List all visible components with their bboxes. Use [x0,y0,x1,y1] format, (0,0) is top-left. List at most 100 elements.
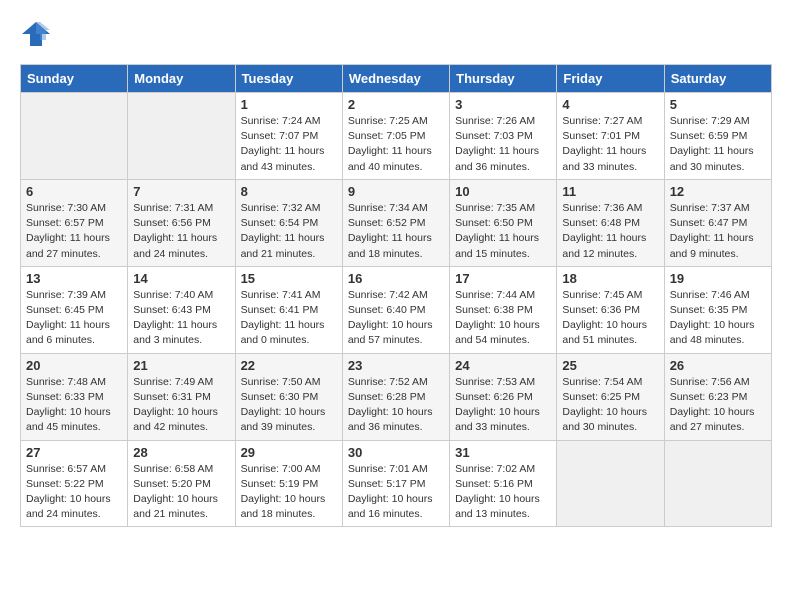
day-info: Sunrise: 7:52 AMSunset: 6:28 PMDaylight:… [348,375,444,436]
day-info: Sunrise: 7:26 AMSunset: 7:03 PMDaylight:… [455,114,551,175]
calendar-cell: 3 Sunrise: 7:26 AMSunset: 7:03 PMDaylight… [450,93,557,180]
day-number: 4 [562,97,658,112]
day-number: 31 [455,445,551,460]
calendar-cell: 31Sunrise: 7:02 AMSunset: 5:16 PMDayligh… [450,440,557,527]
day-info: Sunrise: 7:56 AMSunset: 6:23 PMDaylight:… [670,375,766,436]
calendar-cell [128,93,235,180]
calendar-cell: 14 Sunrise: 7:40 AMSunset: 6:43 PMDayligh… [128,266,235,353]
day-info: Sunrise: 7:37 AMSunset: 6:47 PMDaylight:… [670,201,766,262]
day-number: 25 [562,358,658,373]
day-number: 10 [455,184,551,199]
calendar-cell: 26 Sunrise: 7:56 AMSunset: 6:23 PMDayligh… [664,353,771,440]
day-info: Sunrise: 7:35 AMSunset: 6:50 PMDaylight:… [455,201,551,262]
day-number: 15 [241,271,337,286]
calendar-cell: 25 Sunrise: 7:54 AMSunset: 6:25 PMDayligh… [557,353,664,440]
calendar-week-row: 20 Sunrise: 7:48 AMSunset: 6:33 PMDayligh… [21,353,772,440]
calendar-cell [664,440,771,527]
day-info: Sunrise: 7:50 AMSunset: 6:30 PMDaylight:… [241,375,337,436]
day-number: 3 [455,97,551,112]
day-info: Sunrise: 7:01 AMSunset: 5:17 PMDaylight:… [348,462,444,523]
day-number: 8 [241,184,337,199]
day-info: Sunrise: 7:53 AMSunset: 6:26 PMDaylight:… [455,375,551,436]
day-number: 27 [26,445,122,460]
day-info: Sunrise: 7:27 AMSunset: 7:01 PMDaylight:… [562,114,658,175]
day-info: Sunrise: 7:32 AMSunset: 6:54 PMDaylight:… [241,201,337,262]
day-number: 22 [241,358,337,373]
calendar-cell: 6 Sunrise: 7:30 AMSunset: 6:57 PMDaylight… [21,179,128,266]
calendar-cell: 15 Sunrise: 7:41 AMSunset: 6:41 PMDayligh… [235,266,342,353]
day-number: 16 [348,271,444,286]
calendar-cell: 22 Sunrise: 7:50 AMSunset: 6:30 PMDayligh… [235,353,342,440]
calendar-day-header: Tuesday [235,65,342,93]
day-info: Sunrise: 7:30 AMSunset: 6:57 PMDaylight:… [26,201,122,262]
day-number: 7 [133,184,229,199]
day-info: Sunrise: 6:58 AMSunset: 5:20 PMDaylight:… [133,462,229,523]
calendar-day-header: Thursday [450,65,557,93]
day-info: Sunrise: 7:42 AMSunset: 6:40 PMDaylight:… [348,288,444,349]
calendar-cell: 2 Sunrise: 7:25 AMSunset: 7:05 PMDaylight… [342,93,449,180]
day-number: 19 [670,271,766,286]
day-number: 24 [455,358,551,373]
calendar-cell: 23 Sunrise: 7:52 AMSunset: 6:28 PMDayligh… [342,353,449,440]
day-number: 28 [133,445,229,460]
day-number: 13 [26,271,122,286]
calendar-week-row: 27 Sunrise: 6:57 AMSunset: 5:22 PMDayligh… [21,440,772,527]
day-info: Sunrise: 7:40 AMSunset: 6:43 PMDaylight:… [133,288,229,349]
day-info: Sunrise: 7:00 AMSunset: 5:19 PMDaylight:… [241,462,337,523]
day-number: 9 [348,184,444,199]
day-info: Sunrise: 7:29 AMSunset: 6:59 PMDaylight:… [670,114,766,175]
calendar-day-header: Monday [128,65,235,93]
day-number: 18 [562,271,658,286]
calendar-cell: 13 Sunrise: 7:39 AMSunset: 6:45 PMDayligh… [21,266,128,353]
day-info: Sunrise: 7:25 AMSunset: 7:05 PMDaylight:… [348,114,444,175]
calendar-cell [557,440,664,527]
day-number: 2 [348,97,444,112]
calendar-cell: 8 Sunrise: 7:32 AMSunset: 6:54 PMDaylight… [235,179,342,266]
day-info: Sunrise: 7:31 AMSunset: 6:56 PMDaylight:… [133,201,229,262]
day-number: 5 [670,97,766,112]
day-info: Sunrise: 7:54 AMSunset: 6:25 PMDaylight:… [562,375,658,436]
calendar-cell: 4 Sunrise: 7:27 AMSunset: 7:01 PMDaylight… [557,93,664,180]
calendar-cell: 21 Sunrise: 7:49 AMSunset: 6:31 PMDayligh… [128,353,235,440]
calendar-cell: 11 Sunrise: 7:36 AMSunset: 6:48 PMDayligh… [557,179,664,266]
calendar-cell [21,93,128,180]
calendar-cell: 24 Sunrise: 7:53 AMSunset: 6:26 PMDayligh… [450,353,557,440]
day-info: Sunrise: 7:46 AMSunset: 6:35 PMDaylight:… [670,288,766,349]
calendar-cell: 10 Sunrise: 7:35 AMSunset: 6:50 PMDayligh… [450,179,557,266]
day-number: 26 [670,358,766,373]
day-number: 21 [133,358,229,373]
calendar-table: SundayMondayTuesdayWednesdayThursdayFrid… [20,64,772,527]
calendar-cell: 17 Sunrise: 7:44 AMSunset: 6:38 PMDayligh… [450,266,557,353]
page-header [20,20,772,48]
day-number: 12 [670,184,766,199]
day-info: Sunrise: 7:49 AMSunset: 6:31 PMDaylight:… [133,375,229,436]
calendar-week-row: 6 Sunrise: 7:30 AMSunset: 6:57 PMDaylight… [21,179,772,266]
day-info: Sunrise: 7:44 AMSunset: 6:38 PMDaylight:… [455,288,551,349]
day-number: 20 [26,358,122,373]
day-info: Sunrise: 7:34 AMSunset: 6:52 PMDaylight:… [348,201,444,262]
calendar-cell: 12 Sunrise: 7:37 AMSunset: 6:47 PMDayligh… [664,179,771,266]
day-number: 11 [562,184,658,199]
day-number: 23 [348,358,444,373]
calendar-cell: 9 Sunrise: 7:34 AMSunset: 6:52 PMDaylight… [342,179,449,266]
day-info: Sunrise: 7:36 AMSunset: 6:48 PMDaylight:… [562,201,658,262]
day-number: 6 [26,184,122,199]
calendar-cell: 1Sunrise: 7:24 AMSunset: 7:07 PMDaylight… [235,93,342,180]
day-number: 14 [133,271,229,286]
calendar-cell: 29 Sunrise: 7:00 AMSunset: 5:19 PMDayligh… [235,440,342,527]
day-number: 1 [241,97,337,112]
calendar-cell: 27 Sunrise: 6:57 AMSunset: 5:22 PMDayligh… [21,440,128,527]
calendar-cell: 30 Sunrise: 7:01 AMSunset: 5:17 PMDayligh… [342,440,449,527]
day-number: 30 [348,445,444,460]
day-number: 17 [455,271,551,286]
day-info: Sunrise: 6:57 AMSunset: 5:22 PMDaylight:… [26,462,122,523]
day-info: Sunrise: 7:41 AMSunset: 6:41 PMDaylight:… [241,288,337,349]
logo [20,20,56,48]
day-info: Sunrise: 7:48 AMSunset: 6:33 PMDaylight:… [26,375,122,436]
day-info: Sunrise: 7:39 AMSunset: 6:45 PMDaylight:… [26,288,122,349]
calendar-day-header: Saturday [664,65,771,93]
calendar-cell: 16 Sunrise: 7:42 AMSunset: 6:40 PMDayligh… [342,266,449,353]
day-number: 29 [241,445,337,460]
calendar-cell: 20 Sunrise: 7:48 AMSunset: 6:33 PMDayligh… [21,353,128,440]
calendar-day-header: Wednesday [342,65,449,93]
